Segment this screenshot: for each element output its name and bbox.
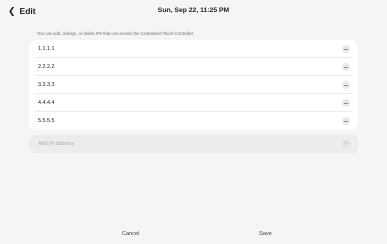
add-ip-button[interactable]: + <box>342 140 350 148</box>
top-bar: ❮ Edit Sun, Sep 22, 11:25 PM <box>0 0 387 22</box>
ip-address: 4.4.4.4 <box>38 100 55 106</box>
add-ip-field[interactable]: Add IP address + <box>29 135 358 153</box>
minus-icon <box>344 48 348 50</box>
clock: Sun, Sep 22, 11:25 PM <box>157 7 230 14</box>
ip-row: 5.5.5.5 <box>29 112 358 130</box>
remove-ip-button[interactable] <box>342 45 350 53</box>
ip-address: 3.3.3.3 <box>38 82 55 88</box>
save-button[interactable]: Save <box>259 231 272 237</box>
minus-icon <box>344 120 348 122</box>
description-text: You can add, change, or delete IPs that … <box>37 31 195 36</box>
ip-row: 2.2.2.2 <box>29 58 358 76</box>
remove-ip-button[interactable] <box>342 99 350 107</box>
add-ip-placeholder: Add IP address <box>38 141 75 147</box>
ip-list: 1.1.1.1 2.2.2.2 3.3.3.3 4.4.4.4 5.5.5.5 <box>29 40 358 130</box>
remove-ip-button[interactable] <box>342 117 350 125</box>
minus-icon <box>344 66 348 68</box>
ip-address: 5.5.5.5 <box>38 118 55 124</box>
ip-address: 2.2.2.2 <box>38 64 55 70</box>
ip-address: 1.1.1.1 <box>38 46 55 52</box>
minus-icon <box>344 84 348 86</box>
plus-icon: + <box>344 141 348 147</box>
remove-ip-button[interactable] <box>342 63 350 71</box>
cancel-button[interactable]: Cancel <box>122 231 139 237</box>
remove-ip-button[interactable] <box>342 81 350 89</box>
ip-row: 3.3.3.3 <box>29 76 358 94</box>
footer-bar: Cancel Save <box>0 225 387 244</box>
ip-row: 4.4.4.4 <box>29 94 358 112</box>
minus-icon <box>344 102 348 104</box>
ip-row: 1.1.1.1 <box>29 40 358 58</box>
